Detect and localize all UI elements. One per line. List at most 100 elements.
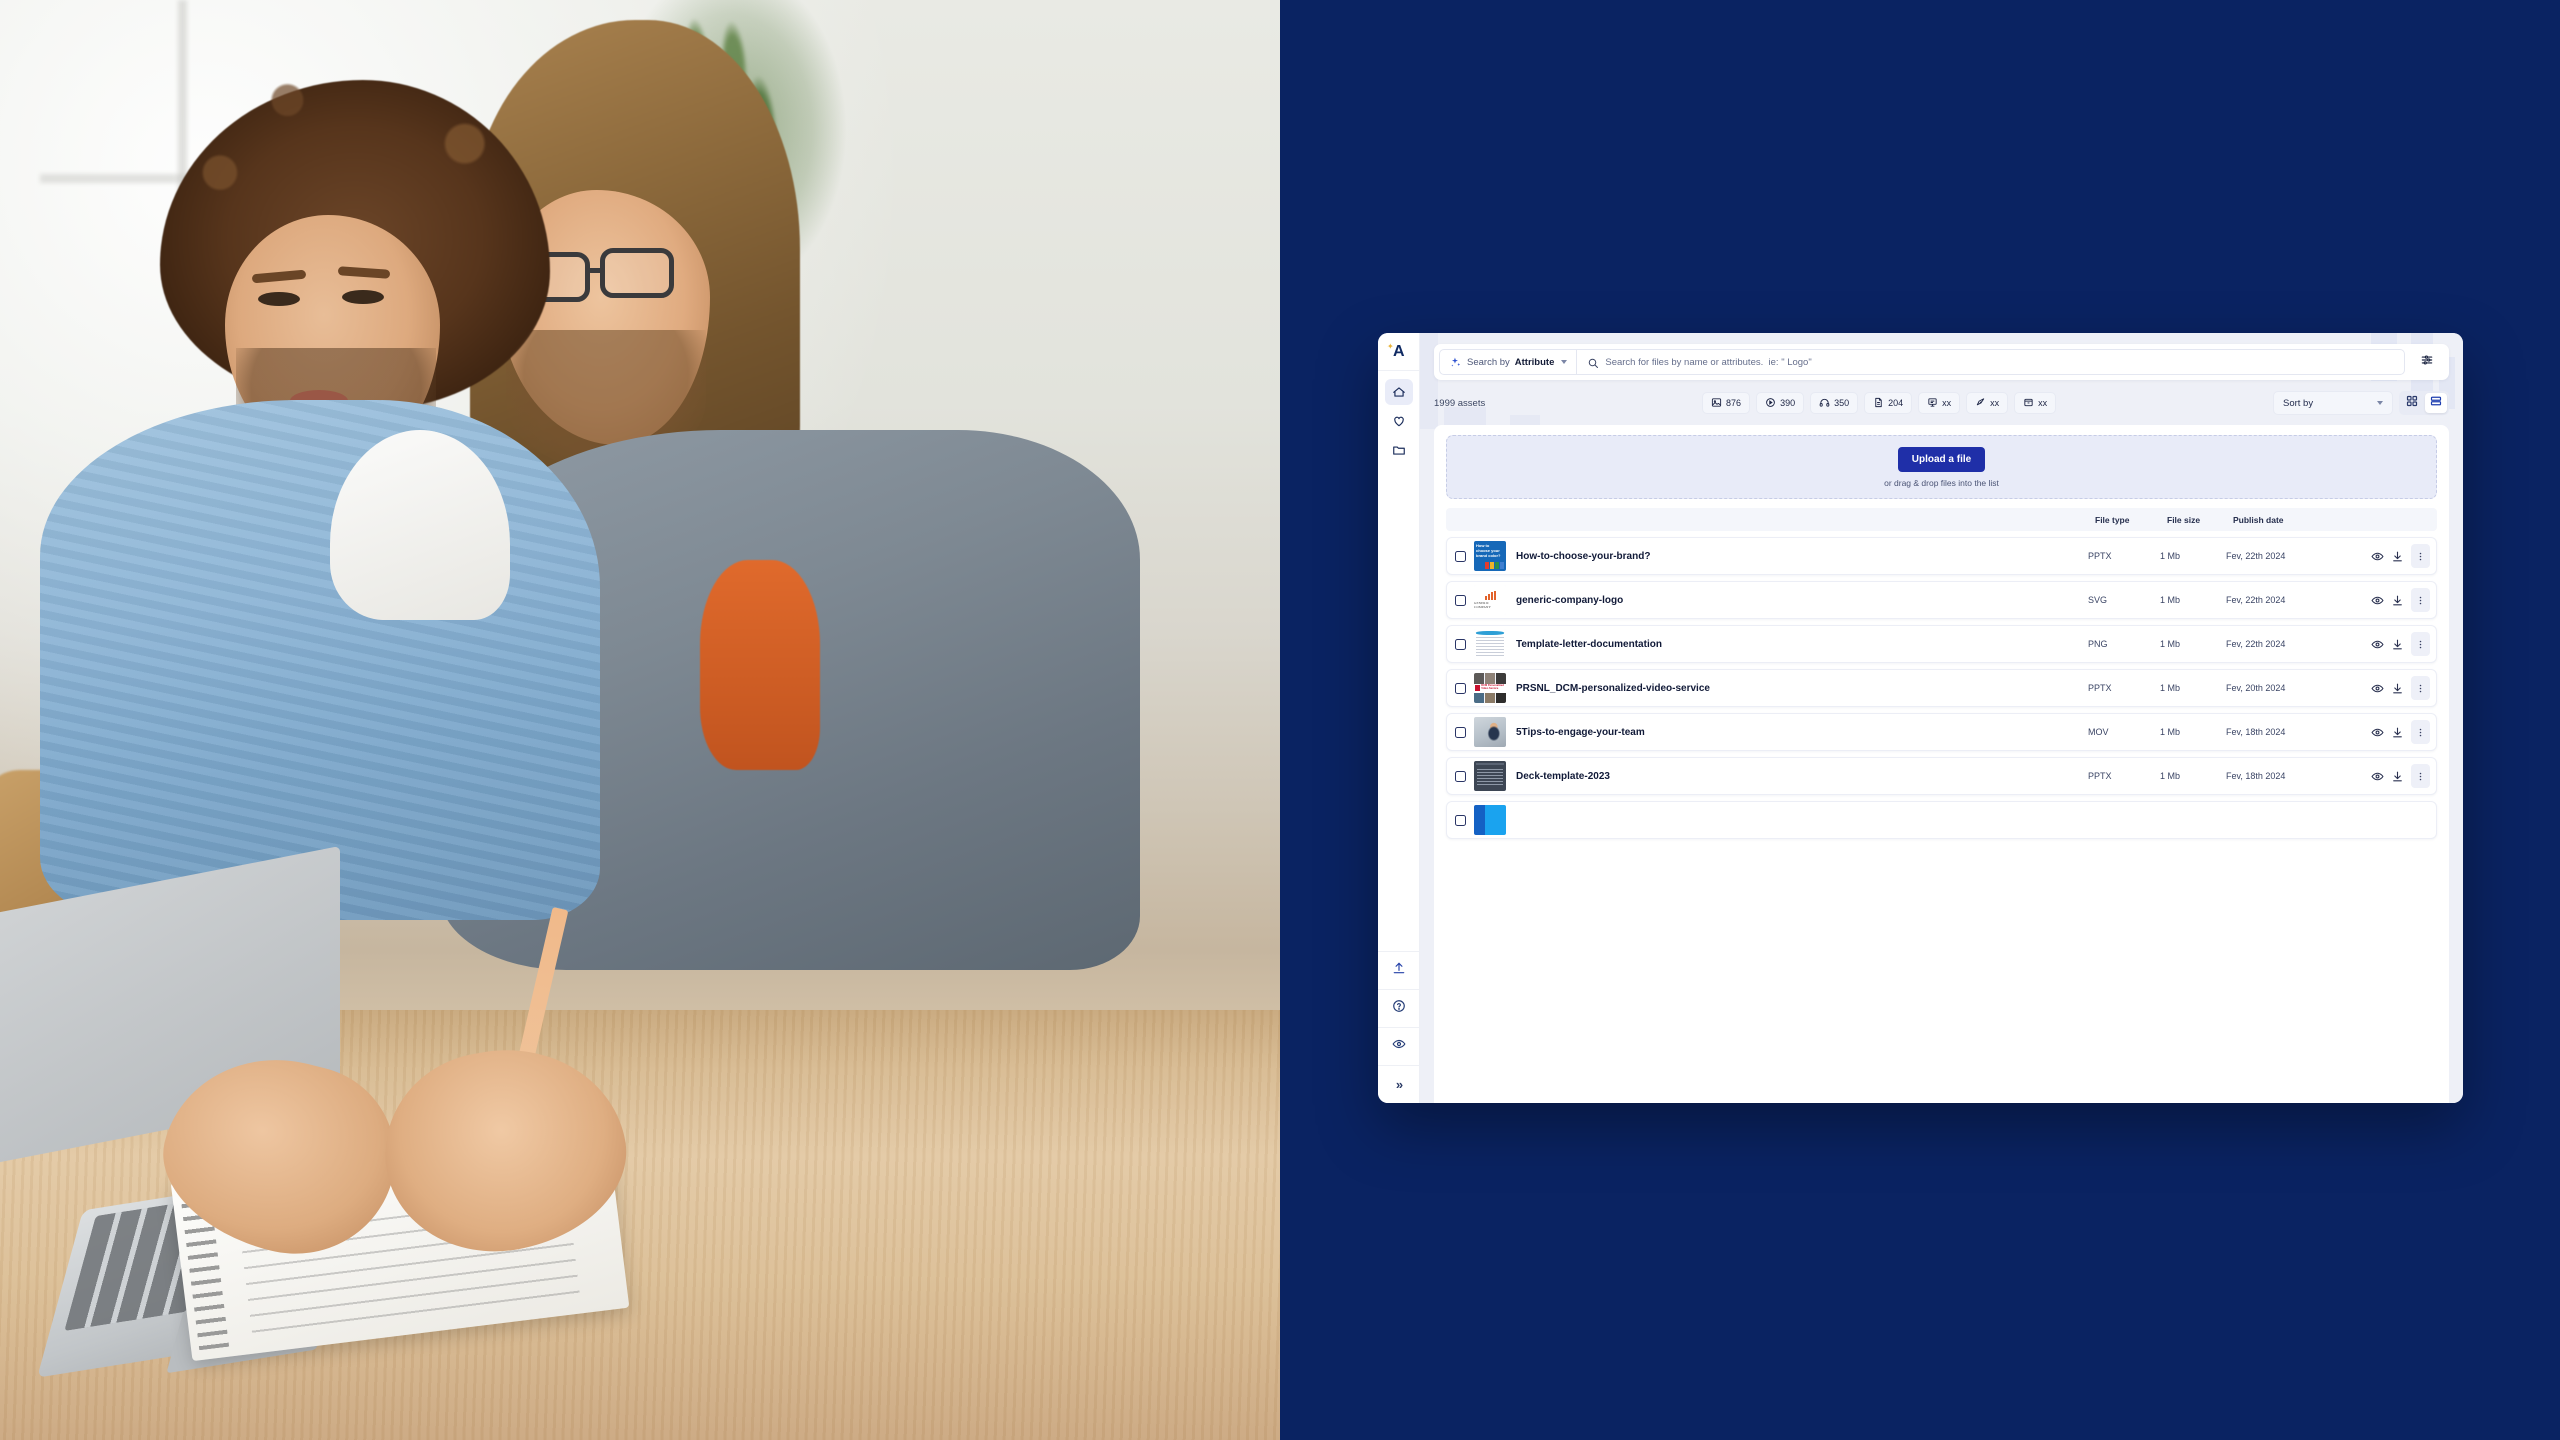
list-view-button[interactable]: [2425, 393, 2447, 413]
sidebar: ✦ A »: [1378, 333, 1420, 1103]
row-thumbnail: [1474, 761, 1506, 791]
upload-icon: [1392, 961, 1406, 980]
sort-by-label: Sort by: [2283, 397, 2314, 409]
table-header-publish-date: Publish date: [2233, 514, 2284, 525]
kebab-menu-icon[interactable]: [2411, 676, 2430, 700]
thumbnail-document: [1474, 629, 1506, 659]
filter-chip-presentations[interactable]: xx: [1918, 392, 1961, 414]
row-checkbox[interactable]: [1455, 726, 1466, 738]
preview-eye-icon[interactable]: [2371, 682, 2384, 695]
app-window: ✦ A » Search by Attribute Search for fil…: [1378, 333, 2463, 1103]
row-actions: [2334, 588, 2430, 612]
brand-mark: [1475, 685, 1481, 691]
row-actions: [2334, 544, 2430, 568]
filter-chip-design-count: xx: [1990, 398, 2000, 408]
row-thumbnail: [1474, 629, 1506, 659]
logo-bars: [1484, 591, 1496, 600]
row-file-name: How-to-choose-your-brand?: [1516, 550, 1651, 562]
kebab-menu-icon[interactable]: [2411, 632, 2430, 656]
table-row[interactable]: GENERIC COMPANY generic-company-logo SVG…: [1446, 581, 2437, 619]
filter-chip-design[interactable]: xx: [1966, 392, 2009, 414]
download-icon[interactable]: [2391, 726, 2404, 739]
sidebar-item-help[interactable]: [1378, 989, 1419, 1027]
collage-bottom-row: [1474, 692, 1506, 703]
preview-eye-icon[interactable]: [2371, 550, 2384, 563]
download-icon[interactable]: [2391, 638, 2404, 651]
sidebar-item-home[interactable]: [1384, 379, 1413, 405]
row-checkbox[interactable]: [1455, 770, 1466, 782]
search-settings-button[interactable]: [2405, 344, 2449, 380]
row-actions: [2334, 676, 2430, 700]
filter-chip-video[interactable]: 390: [1756, 392, 1805, 414]
table-row[interactable]: Deck-template-2023 PPTX 1 Mb Fev, 18th 2…: [1446, 757, 2437, 795]
document-icon: [1873, 397, 1884, 410]
row-checkbox[interactable]: [1455, 682, 1466, 694]
sidebar-item-favorites[interactable]: [1385, 408, 1413, 434]
preview-eye-icon[interactable]: [2371, 594, 2384, 607]
sparkle-icon: [1449, 356, 1462, 369]
thumbnail-video-label: DCM Personalized Video Service: [1481, 684, 1504, 690]
row-file-size: 1 Mb: [2160, 771, 2181, 781]
row-checkbox[interactable]: [1455, 550, 1466, 562]
row-publish-date: Fev, 18th 2024: [2226, 771, 2286, 781]
filter-chip-audio[interactable]: 350: [1810, 392, 1859, 414]
upload-file-button[interactable]: Upload a file: [1897, 446, 1986, 472]
row-file-name: Deck-template-2023: [1516, 770, 1610, 782]
table-header-file-size: File size: [2167, 514, 2201, 525]
swatch-green: [1495, 562, 1499, 569]
download-icon[interactable]: [2391, 550, 2404, 563]
photo-person-left-eye-left: [258, 292, 300, 306]
chevron-double-right-icon: »: [1395, 1077, 1403, 1092]
sort-by-dropdown[interactable]: Sort by: [2273, 391, 2393, 415]
upload-dropzone[interactable]: Upload a file or drag & drop files into …: [1446, 435, 2437, 499]
row-checkbox[interactable]: [1455, 638, 1466, 650]
kebab-menu-icon[interactable]: [2411, 764, 2430, 788]
row-publish-date: Fev, 18th 2024: [2226, 727, 2286, 737]
screenshot-root: ✦ A » Search by Attribute Search for fil…: [0, 0, 2560, 1440]
app-logo[interactable]: ✦ A: [1378, 333, 1419, 371]
table-row[interactable]: DCM Personalized Video Service PRSNL_DCM…: [1446, 669, 2437, 707]
search-field[interactable]: [1577, 356, 2404, 368]
list-view-icon: [2430, 394, 2442, 412]
preview-eye-icon[interactable]: [2371, 770, 2384, 783]
thumbnail-logo-name: GENERIC COMPANY: [1474, 601, 1492, 609]
table-row[interactable]: How to choose your brand color? How-to-c…: [1446, 537, 2437, 575]
download-icon[interactable]: [2391, 594, 2404, 607]
sidebar-item-account[interactable]: [1378, 1027, 1419, 1065]
presentation-icon: [1927, 397, 1938, 410]
filter-chip-archives[interactable]: xx: [2014, 392, 2057, 414]
preview-eye-icon[interactable]: [2371, 726, 2384, 739]
preview-eye-icon[interactable]: [2371, 638, 2384, 651]
search-by-selector[interactable]: Search by Attribute: [1440, 350, 1578, 374]
table-row[interactable]: Template-letter-documentation PNG 1 Mb F…: [1446, 625, 2437, 663]
archive-icon: [2023, 397, 2034, 410]
table-row[interactable]: [1446, 801, 2437, 839]
grid-view-button[interactable]: [2401, 393, 2423, 413]
filter-chip-documents[interactable]: 204: [1864, 392, 1913, 414]
row-checkbox[interactable]: [1455, 814, 1466, 826]
sidebar-item-expand[interactable]: »: [1378, 1065, 1419, 1103]
headphones-icon: [1819, 397, 1830, 410]
kebab-menu-icon[interactable]: [2411, 588, 2430, 612]
row-file-type: PNG: [2088, 639, 2108, 649]
row-thumbnail: [1474, 805, 1506, 835]
download-icon[interactable]: [2391, 682, 2404, 695]
row-file-name: 5Tips-to-engage-your-team: [1516, 726, 1645, 738]
toolbar: 1999 assets 876 390 350 204 xx xx xx Sor…: [1434, 390, 2449, 416]
hero-photo: [0, 0, 1280, 1440]
filter-chip-images[interactable]: 876: [1702, 392, 1751, 414]
download-icon[interactable]: [2391, 770, 2404, 783]
search-input[interactable]: [1605, 356, 2394, 368]
row-file-size: 1 Mb: [2160, 551, 2181, 561]
sidebar-item-upload[interactable]: [1378, 951, 1419, 989]
chevron-down-icon: [1561, 360, 1568, 364]
kebab-menu-icon[interactable]: [2411, 544, 2430, 568]
logo-letter: A: [1392, 342, 1405, 360]
thumbnail-brand-title: How to choose your brand color?: [1476, 543, 1501, 558]
table-header: File type File size Publish date: [1446, 508, 2437, 531]
sidebar-item-folders[interactable]: [1385, 437, 1413, 463]
kebab-menu-icon[interactable]: [2411, 720, 2430, 744]
table-row[interactable]: 5Tips-to-engage-your-team MOV 1 Mb Fev, …: [1446, 713, 2437, 751]
table-header-file-type: File type: [2095, 514, 2130, 525]
row-checkbox[interactable]: [1455, 594, 1466, 606]
